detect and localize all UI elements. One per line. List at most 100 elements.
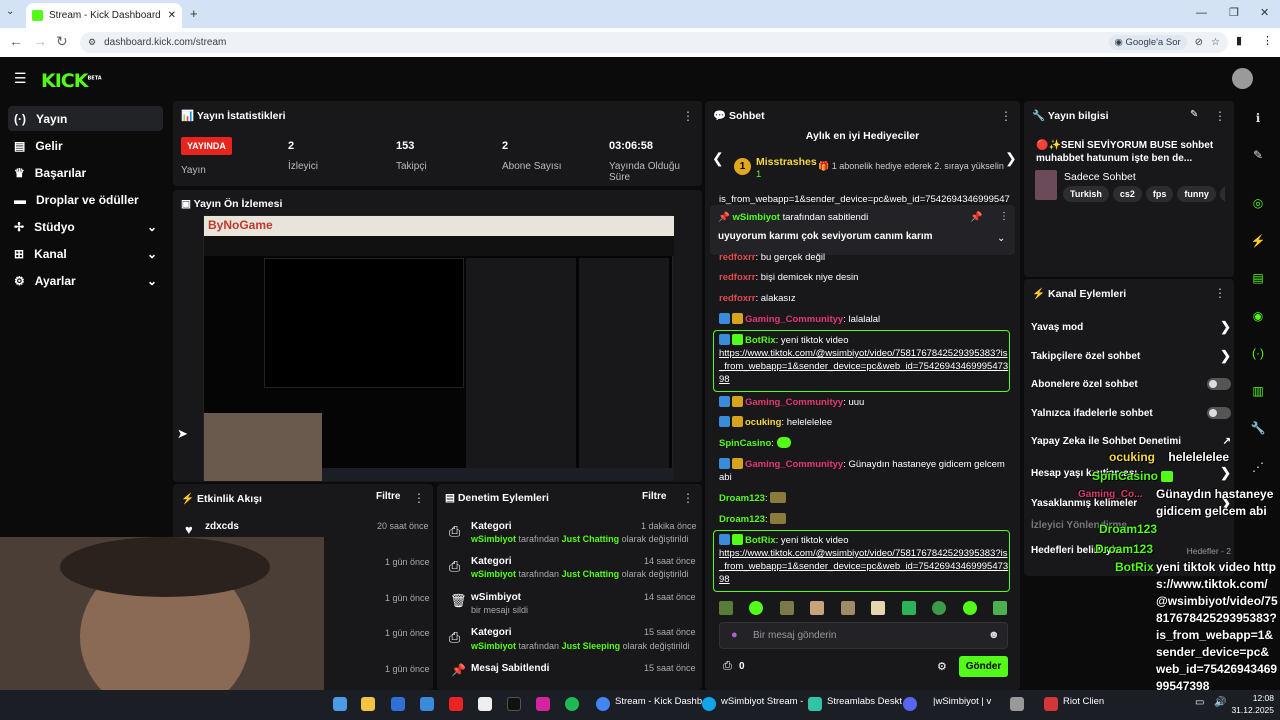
followers-only-row[interactable]: Takipçilere özel sohbet ❯ [1031,348,1231,364]
sidebar-item-basarilar[interactable]: ♛ Başarılar [8,160,163,185]
browser-menu-icon[interactable]: ⋮ [1262,34,1273,47]
tag-chip[interactable]: funny [1177,186,1216,202]
emote-icon[interactable] [719,601,733,615]
emote-only-toggle[interactable] [1207,407,1231,419]
emote-icon[interactable] [810,601,825,615]
emote-icon[interactable] [779,601,794,615]
sidebar-item-ayarlar[interactable]: ⚙ Ayarlar ⌄ [8,268,163,293]
emote-icon[interactable] [962,601,977,615]
preview-video[interactable]: ByNoGame [203,215,674,481]
avatar[interactable] [1232,68,1253,89]
camera-icon[interactable]: ◎ [1240,188,1276,218]
edit-pencil-icon[interactable]: ✎ [1190,109,1198,120]
chest-icon[interactable]: ⎙ [723,660,732,673]
back-icon[interactable]: ← [9,33,23,49]
window-close-icon[interactable]: ✕ [1260,6,1269,19]
reload-icon[interactable]: ↻ [56,33,68,50]
browser-tab[interactable]: Stream - Kick Dashboard ✕ [26,3,182,28]
emote-icon[interactable] [749,601,764,615]
instagram-icon[interactable] [536,697,550,711]
sidebar-item-droplar[interactable]: ▬ Droplar ve ödüller [8,187,163,212]
file-explorer-icon[interactable] [361,697,375,711]
pinned-expand-icon[interactable]: ⌄ [997,233,1005,244]
taskbar-app-riot[interactable]: Riot Clien [1063,696,1104,707]
info-icon[interactable]: ℹ [1240,103,1276,133]
tray-app-icon[interactable] [1010,697,1024,711]
subs-only-toggle[interactable] [1207,378,1231,390]
google-lens-button[interactable]: ◉ Google'a Sor [1108,35,1187,50]
riot-icon[interactable] [1044,697,1058,711]
streamlabs-icon[interactable] [808,697,822,711]
list-icon[interactable]: ▤ [1240,263,1276,293]
emote-icon[interactable] [932,601,947,615]
discord-icon[interactable] [903,697,917,711]
emote-icon[interactable] [901,601,916,615]
chat-bubble-icon[interactable]: ◉ [1240,301,1276,331]
gifters-next-icon[interactable]: ❯ [1005,150,1017,167]
bookmark-star-icon[interactable]: ☆ [1211,37,1220,48]
taskbar-app-edge[interactable]: wSimbiyot Stream - [721,696,803,707]
send-button[interactable]: Gönder [959,656,1008,677]
minimize-icon[interactable]: — [1196,7,1207,19]
maximize-icon[interactable]: ❐ [1229,6,1239,19]
gifter-name[interactable]: Misstrashes [756,156,817,168]
info-menu-icon[interactable]: ⋮ [1214,109,1226,123]
sidebar-item-studyo[interactable]: ✢ Stüdyo ⌄ [8,214,163,239]
tiktok-icon[interactable] [507,697,521,711]
taskbar-app-streamlabs[interactable]: Streamlabs Deskt [827,696,902,707]
chat-input[interactable]: ● Bir mesaj gönderin ☻ [719,622,1008,649]
tab-search-icon[interactable]: ⌄ [6,6,14,17]
sidebar-item-yayin[interactable]: (·) Yayın [8,106,163,131]
youtube-icon[interactable] [449,697,463,711]
extension-icon[interactable]: ▮ [1236,34,1242,47]
task-view-icon[interactable] [333,697,347,711]
tag-chip[interactable]: fps [1145,186,1174,202]
tab-close-icon[interactable]: ✕ [168,10,176,21]
bolt-icon[interactable]: ⚡ [1240,226,1276,256]
tag-chip[interactable]: cs2 [1112,186,1142,202]
store-icon[interactable] [391,697,405,711]
hamburger-menu-icon[interactable]: ☰ [14,70,27,87]
unpin-icon[interactable]: 📌 [970,212,982,223]
edge-icon[interactable] [702,697,716,711]
stats-menu-icon[interactable]: ⋮ [682,109,694,123]
tiktok-link[interactable]: https://www.tiktok.com/@wsimbiyot/video/… [719,548,1008,585]
channel-actions-menu-icon[interactable]: ⋮ [1214,286,1226,300]
activity-filter-button[interactable]: Filtre [376,491,400,502]
tiktok-link[interactable]: https://www.tiktok.com/@wsimbiyot/video/… [719,348,1008,385]
activity-menu-icon[interactable]: ⋮ [413,491,425,505]
emote-icon[interactable] [840,601,855,615]
chat-menu-icon[interactable]: ⋮ [1000,109,1012,123]
pinned-menu-icon[interactable]: ⋮ [999,211,1009,222]
url-field[interactable]: ⚙ dashboard.kick.com/stream ◉ Google'a S… [80,32,1228,53]
kick-logo[interactable]: KICKBETA [41,70,102,92]
volume-icon[interactable]: 🔊 [1214,697,1226,708]
wrench-icon[interactable]: 🔧 [1240,413,1276,443]
taskbar-app-chrome[interactable]: Stream - Kick Dashb [615,696,702,707]
layout-icon[interactable]: ▥ [1240,376,1276,406]
gifters-prev-icon[interactable]: ❮ [712,150,724,167]
share-icon[interactable]: ⋰ [1240,452,1276,482]
eye-off-icon[interactable]: ⊘ [1195,37,1203,48]
moderation-filter-button[interactable]: Filtre [642,491,666,502]
emote-icon[interactable] [992,601,1007,615]
tag-chip[interactable]: gam [1219,186,1225,202]
moderation-menu-icon[interactable]: ⋮ [682,491,694,505]
site-info-icon[interactable]: ⚙ [88,37,96,48]
spotify-icon[interactable] [565,697,579,711]
sidebar-item-kanal[interactable]: ⊞ Kanal ⌄ [8,241,163,266]
slow-mode-row[interactable]: Yavaş mod ❯ [1031,319,1231,335]
pencil-icon[interactable]: ✎ [1240,140,1276,170]
new-tab-icon[interactable]: + [190,6,198,21]
chat-settings-icon[interactable]: ⚙ [937,660,947,673]
broadcast-rail-icon[interactable]: (·) [1240,338,1276,368]
tag-chip[interactable]: Turkish [1063,186,1109,202]
emoji-icon[interactable]: ☻ [988,629,1000,641]
monitor-icon[interactable]: ▭ [1195,697,1204,708]
emote-icon[interactable] [871,601,886,615]
outlook-icon[interactable] [420,697,434,711]
capcut-icon[interactable] [478,697,492,711]
forward-icon[interactable]: → [33,33,47,49]
sidebar-item-gelir[interactable]: ▤ Gelir [8,133,163,158]
ai-moderation-row[interactable]: Yapay Zeka ile Sohbet Denetimi ↗ [1031,436,1231,447]
